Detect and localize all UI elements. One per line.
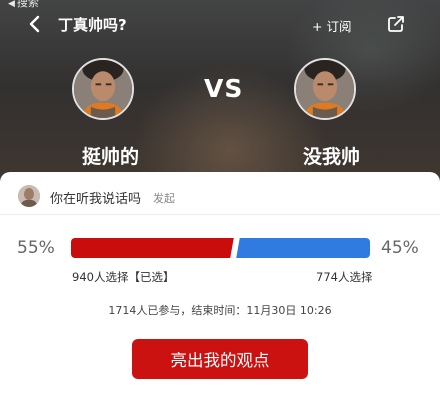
right-vote-count: 774人选择 — [316, 270, 373, 284]
status-back-label: 搜索 — [16, 0, 39, 9]
back-triangle-icon: ◀ — [8, 0, 15, 9]
follow-button[interactable]: + 订阅 — [312, 16, 351, 35]
vs-label: VS — [204, 74, 244, 103]
avatar-left — [72, 58, 134, 120]
divider — [0, 214, 440, 215]
option-left-label[interactable]: 挺帅的 — [82, 142, 139, 169]
poster-role: 发起 — [153, 192, 175, 205]
share-opinion-button[interactable]: 亮出我的观点 — [132, 339, 308, 379]
right-percent: 45% — [381, 238, 419, 258]
portrait-image — [296, 60, 354, 118]
poster-avatar[interactable] — [18, 185, 40, 207]
left-percent: 55% — [17, 238, 55, 258]
page-title: 丁真帅吗? — [58, 16, 127, 34]
portrait-image — [74, 60, 132, 118]
top-bar: 丁真帅吗? + 订阅 — [0, 12, 440, 38]
status-back-link[interactable]: ◀ 搜索 — [8, 0, 39, 10]
poll-meta: 1714人已参与，结束时间：11月30日 10:26 — [108, 304, 332, 317]
option-right-label[interactable]: 没我帅 — [303, 142, 360, 169]
poll-card: 你在听我说话吗 发起 55% 45% 940人选择【已选】 774人选择 171… — [0, 172, 440, 406]
share-icon[interactable] — [387, 15, 405, 33]
right-vote-bar — [236, 238, 370, 258]
hero-banner: ◀ 搜索 丁真帅吗? + 订阅 VS 挺帅的 没我帅 — [0, 0, 440, 190]
poster-avatar-image — [18, 185, 40, 207]
left-vote-count: 940人选择【已选】 — [72, 270, 175, 284]
chevron-left-icon[interactable] — [26, 15, 44, 33]
left-vote-bar — [71, 238, 234, 258]
poll-question: 你在听我说话吗 — [50, 192, 142, 207]
avatar-right — [294, 58, 356, 120]
